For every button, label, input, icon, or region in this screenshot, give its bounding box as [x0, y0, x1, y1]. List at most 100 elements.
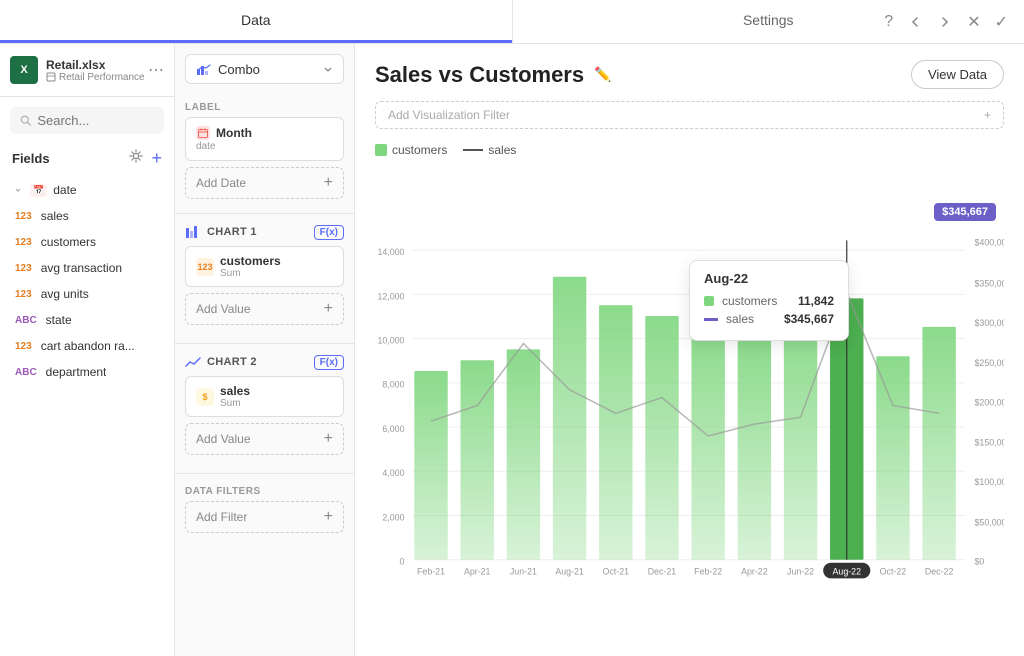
- add-field-button[interactable]: +: [151, 148, 162, 169]
- field-name-state: state: [46, 313, 72, 327]
- chart1-value-sub: Sum: [220, 268, 281, 279]
- chart-svg: 0 2,000 4,000 6,000 8,000 10,000 12,000 …: [375, 165, 1004, 640]
- fields-header: Fields +: [0, 144, 174, 177]
- chart1-header: CHART 1 F(x): [175, 218, 354, 246]
- chart2-header: CHART 2 F(x): [175, 348, 354, 376]
- field-state[interactable]: ABC state: [0, 307, 174, 333]
- svg-text:Oct-21: Oct-21: [603, 566, 630, 576]
- chart2-value-name: sales: [220, 384, 250, 398]
- chart1-value-text: customers Sum: [220, 254, 281, 279]
- add-date-label: Add Date: [196, 176, 246, 190]
- svg-text:10,000: 10,000: [377, 336, 404, 346]
- svg-text:$350,000: $350,000: [975, 279, 1004, 289]
- svg-text:12,000: 12,000: [377, 291, 404, 301]
- chart2-fx-button[interactable]: F(x): [314, 355, 344, 370]
- field-type-sales: 123: [12, 210, 35, 223]
- file-sub: Retail Performance: [46, 72, 145, 83]
- chart2-value-sub: Sum: [220, 398, 250, 409]
- tooltip-sales-key: sales: [726, 312, 776, 326]
- tooltip-sales-val: $345,667: [784, 312, 834, 326]
- chart2-add-value-button[interactable]: Add Value +: [185, 423, 344, 455]
- chart1-value-name: customers: [220, 254, 281, 268]
- confirm-button[interactable]: ✓: [995, 12, 1008, 32]
- svg-text:$0: $0: [975, 557, 985, 567]
- tab-data[interactable]: Data: [0, 0, 512, 43]
- combo-chart-icon: [196, 61, 212, 77]
- forward-button[interactable]: [937, 14, 953, 30]
- svg-text:Feb-21: Feb-21: [417, 566, 445, 576]
- svg-text:$250,000: $250,000: [975, 358, 1004, 368]
- field-avg-transaction[interactable]: 123 avg transaction: [0, 255, 174, 281]
- filter-bar[interactable]: Add Visualization Filter +: [375, 101, 1004, 129]
- combo-selector[interactable]: Combo: [185, 54, 344, 84]
- middle-panel: Combo LABEL Month date Add Date +: [175, 44, 355, 656]
- chart2-value-icon: $: [196, 388, 214, 406]
- legend-sales-line: [463, 149, 483, 151]
- svg-text:6,000: 6,000: [382, 424, 404, 434]
- field-name-customers: customers: [41, 235, 96, 249]
- add-date-button[interactable]: Add Date +: [185, 167, 344, 199]
- chart2-section: CHART 2 F(x) $ sales Sum Add Value +: [175, 348, 354, 469]
- svg-text:Jun-22: Jun-22: [787, 566, 814, 576]
- expand-icon: [12, 184, 24, 196]
- field-avg-units[interactable]: 123 avg units: [0, 281, 174, 307]
- search-input[interactable]: [37, 113, 154, 128]
- file-info: X Retail.xlsx Retail Performance: [10, 56, 145, 84]
- edit-title-icon[interactable]: ✏️: [594, 66, 611, 83]
- plus-icon-filter: +: [324, 508, 333, 526]
- svg-text:$100,000: $100,000: [975, 477, 1004, 487]
- field-name-avg-units: avg units: [41, 287, 89, 301]
- value-tag: $345,667: [934, 203, 996, 221]
- search-icon: [20, 114, 31, 127]
- file-name: Retail.xlsx: [46, 58, 145, 72]
- field-type-state: ABC: [12, 314, 40, 327]
- chart1-value-pill[interactable]: 123 customers Sum: [185, 246, 344, 287]
- field-sales[interactable]: 123 sales: [0, 203, 174, 229]
- chart1-fx-button[interactable]: F(x): [314, 225, 344, 240]
- calendar-icon: [196, 126, 210, 140]
- help-button[interactable]: ?: [884, 13, 893, 31]
- add-filter-button[interactable]: Add Filter +: [185, 501, 344, 533]
- plus-icon: +: [324, 174, 333, 192]
- tooltip-row-sales: sales $345,667: [704, 312, 834, 326]
- chart-title-row: Sales vs Customers ✏️ View Data: [375, 60, 1004, 89]
- field-type-avg-units: 123: [12, 288, 35, 301]
- field-department[interactable]: ABC department: [0, 359, 174, 385]
- data-filters-label: DATA FILTERS: [175, 478, 354, 501]
- tooltip-row-customers: customers 11,842: [704, 294, 834, 308]
- chart1-value-icon: 123: [196, 258, 214, 276]
- view-data-button[interactable]: View Data: [911, 60, 1004, 89]
- svg-text:Aug-22: Aug-22: [833, 566, 862, 576]
- svg-text:4,000: 4,000: [382, 468, 404, 478]
- field-name-date: date: [53, 183, 76, 197]
- right-panel: Sales vs Customers ✏️ View Data Add Visu…: [355, 44, 1024, 656]
- chart2-value-pill[interactable]: $ sales Sum: [185, 376, 344, 417]
- combo-label: Combo: [218, 62, 317, 77]
- excel-icon: X: [10, 56, 38, 84]
- month-sub: date: [196, 141, 333, 152]
- chart1-add-value-button[interactable]: Add Value +: [185, 293, 344, 325]
- tooltip-customers-key: customers: [722, 294, 790, 308]
- legend-sales-label: sales: [488, 143, 516, 157]
- month-pill[interactable]: Month date: [185, 117, 344, 161]
- left-panel: X Retail.xlsx Retail Performance ⋯ Field…: [0, 44, 175, 656]
- close-button[interactable]: ✕: [967, 12, 980, 32]
- field-type-date: 📅: [30, 184, 47, 197]
- field-date[interactable]: 📅 date: [0, 177, 174, 203]
- chart1-section: CHART 1 F(x) 123 customers Sum Add Value…: [175, 218, 354, 339]
- plus-icon-filter-bar: +: [984, 108, 991, 122]
- svg-text:Dec-22: Dec-22: [925, 566, 954, 576]
- back-button[interactable]: [907, 14, 923, 30]
- svg-text:$400,000: $400,000: [975, 237, 1004, 247]
- more-button[interactable]: ⋯: [148, 60, 164, 80]
- svg-text:Oct-22: Oct-22: [880, 566, 907, 576]
- fields-title: Fields: [12, 151, 50, 166]
- field-cart-abandon[interactable]: 123 cart abandon ra...: [0, 333, 174, 359]
- search-box[interactable]: [10, 107, 164, 134]
- fields-settings-button[interactable]: [129, 149, 143, 168]
- tooltip-customers-val: 11,842: [798, 294, 834, 308]
- month-pill-label: Month: [196, 126, 333, 140]
- field-customers[interactable]: 123 customers: [0, 229, 174, 255]
- filter-placeholder: Add Visualization Filter: [388, 108, 510, 122]
- chart1-add-value-label: Add Value: [196, 302, 251, 316]
